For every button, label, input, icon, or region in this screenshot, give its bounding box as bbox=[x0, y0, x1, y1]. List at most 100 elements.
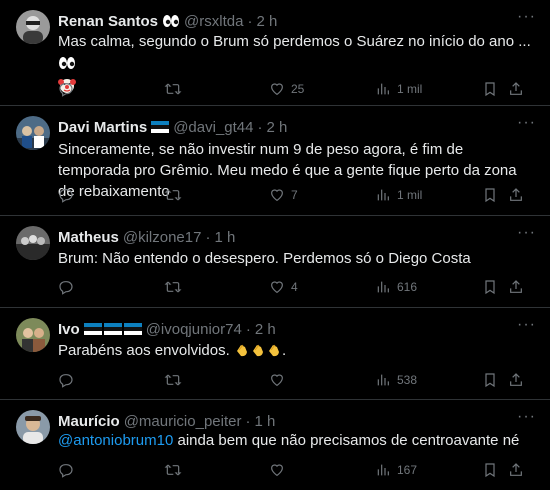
bookmark-icon bbox=[485, 280, 495, 295]
view-count: 616 bbox=[397, 280, 418, 294]
reply-button[interactable] bbox=[58, 279, 74, 295]
share-button[interactable] bbox=[508, 462, 524, 478]
repost-icon bbox=[164, 83, 182, 95]
share-button[interactable] bbox=[508, 187, 524, 203]
tweet-text-content: Mas calma, segundo o Brum só perdemos o … bbox=[58, 33, 531, 50]
mention-link[interactable]: @antoniobrum10 bbox=[58, 432, 173, 449]
repost-icon bbox=[164, 374, 182, 386]
views-chart-icon bbox=[377, 281, 389, 293]
display-name[interactable]: Ivo bbox=[58, 321, 80, 338]
gremio-flags bbox=[83, 323, 142, 335]
user-handle[interactable]: @mauricio_peiter bbox=[124, 413, 242, 430]
timestamp[interactable]: 1 h bbox=[254, 413, 275, 430]
bookmark-button[interactable] bbox=[482, 81, 498, 97]
more-options-icon[interactable]: ··· bbox=[517, 316, 536, 334]
avatar[interactable] bbox=[16, 410, 50, 444]
like-count: 4 bbox=[291, 280, 298, 294]
like-count: 7 bbox=[291, 188, 298, 202]
tweet-card[interactable]: Matheus @kilzone17 · 1 h ··· Brum: Não e… bbox=[0, 216, 550, 308]
bookmark-button[interactable] bbox=[482, 372, 498, 388]
user-handle[interactable]: @rsxltda bbox=[184, 13, 243, 30]
share-icon bbox=[510, 82, 522, 95]
bookmark-button[interactable] bbox=[482, 187, 498, 203]
bookmark-icon bbox=[485, 373, 495, 388]
like-button[interactable]: 4 bbox=[269, 279, 298, 295]
timestamp[interactable]: 2 h bbox=[256, 13, 277, 30]
action-bar: 25 1 mil bbox=[58, 79, 534, 99]
share-icon bbox=[510, 463, 522, 476]
bookmark-icon bbox=[485, 188, 495, 203]
share-button[interactable] bbox=[508, 81, 524, 97]
user-handle[interactable]: @ivoqjunior74 bbox=[146, 321, 242, 338]
like-button[interactable]: 7 bbox=[269, 187, 298, 203]
share-button[interactable] bbox=[508, 372, 524, 388]
trailing-text: . bbox=[281, 342, 287, 359]
timestamp[interactable]: 1 h bbox=[214, 229, 235, 246]
tweet-card[interactable]: Maurício @mauricio_peiter · 1 h ··· @ant… bbox=[0, 400, 550, 490]
view-count: 538 bbox=[397, 373, 418, 387]
display-name[interactable]: Davi Martins bbox=[58, 119, 147, 136]
eyes-emoji-icon bbox=[162, 14, 180, 28]
more-options-icon[interactable]: ··· bbox=[517, 224, 536, 242]
action-bar: 7 1 mil bbox=[58, 185, 534, 205]
tweet-text-content: ainda bem que não precisamos de centroav… bbox=[177, 432, 520, 449]
views-chart-icon bbox=[377, 374, 389, 386]
heart-icon bbox=[271, 464, 283, 477]
tweet-header: Maurício @mauricio_peiter · 1 h bbox=[58, 411, 538, 431]
views-button[interactable]: 1 mil bbox=[375, 81, 422, 97]
separator-dot: · bbox=[205, 228, 211, 246]
timestamp[interactable]: 2 h bbox=[266, 119, 287, 136]
more-options-icon[interactable]: ··· bbox=[517, 8, 536, 26]
views-button[interactable]: 616 bbox=[375, 279, 417, 295]
tweet-text-content: Parabéns aos envolvidos. bbox=[58, 342, 230, 359]
views-chart-icon bbox=[377, 189, 389, 201]
avatar[interactable] bbox=[16, 226, 50, 260]
view-count: 167 bbox=[397, 463, 418, 477]
reply-icon bbox=[59, 374, 73, 388]
like-button[interactable] bbox=[269, 372, 291, 388]
repost-button[interactable] bbox=[164, 462, 182, 478]
share-icon bbox=[510, 280, 522, 293]
repost-icon bbox=[164, 189, 182, 201]
user-handle[interactable]: @kilzone17 bbox=[123, 229, 202, 246]
heart-icon bbox=[271, 374, 283, 387]
clapping-hands-emoji-icon bbox=[250, 342, 266, 364]
avatar[interactable] bbox=[16, 10, 50, 44]
repost-button[interactable] bbox=[164, 372, 182, 388]
repost-button[interactable] bbox=[164, 187, 182, 203]
avatar[interactable] bbox=[16, 318, 50, 352]
bookmark-icon bbox=[485, 82, 495, 97]
timestamp[interactable]: 2 h bbox=[255, 321, 276, 338]
display-name[interactable]: Renan Santos bbox=[58, 13, 158, 30]
views-button[interactable]: 538 bbox=[375, 372, 417, 388]
repost-button[interactable] bbox=[164, 81, 182, 97]
user-handle[interactable]: @davi_gt44 bbox=[173, 119, 253, 136]
like-button[interactable]: 25 bbox=[269, 81, 304, 97]
more-options-icon[interactable]: ··· bbox=[517, 408, 536, 426]
share-button[interactable] bbox=[508, 279, 524, 295]
more-options-icon[interactable]: ··· bbox=[517, 114, 536, 132]
action-bar: 538 bbox=[58, 370, 534, 390]
view-count: 1 mil bbox=[397, 82, 423, 96]
like-button[interactable] bbox=[269, 462, 291, 478]
views-button[interactable]: 167 bbox=[375, 462, 417, 478]
bookmark-button[interactable] bbox=[482, 279, 498, 295]
tweet-card[interactable]: Ivo @ivoqjunior74 · 2 h ··· Parabéns aos… bbox=[0, 308, 550, 400]
action-bar: 167 bbox=[58, 460, 534, 480]
gremio-flag-icon bbox=[103, 323, 122, 335]
display-name[interactable]: Matheus bbox=[58, 229, 119, 246]
tweet-card[interactable]: Renan Santos @rsxltda · 2 h ··· Mas calm… bbox=[0, 0, 550, 106]
display-name[interactable]: Maurício bbox=[58, 413, 120, 430]
reply-button[interactable] bbox=[58, 81, 74, 97]
bookmark-button[interactable] bbox=[482, 462, 498, 478]
view-count: 1 mil bbox=[397, 188, 423, 202]
avatar[interactable] bbox=[16, 116, 50, 150]
tweet-card[interactable]: Davi Martins @davi_gt44 · 2 h ··· Sincer… bbox=[0, 106, 550, 216]
repost-button[interactable] bbox=[164, 279, 182, 295]
clapping-hands-emoji-icon bbox=[234, 342, 250, 364]
reply-button[interactable] bbox=[58, 187, 74, 203]
views-button[interactable]: 1 mil bbox=[375, 187, 422, 203]
reply-icon bbox=[59, 464, 73, 478]
reply-button[interactable] bbox=[58, 372, 74, 388]
reply-button[interactable] bbox=[58, 462, 74, 478]
